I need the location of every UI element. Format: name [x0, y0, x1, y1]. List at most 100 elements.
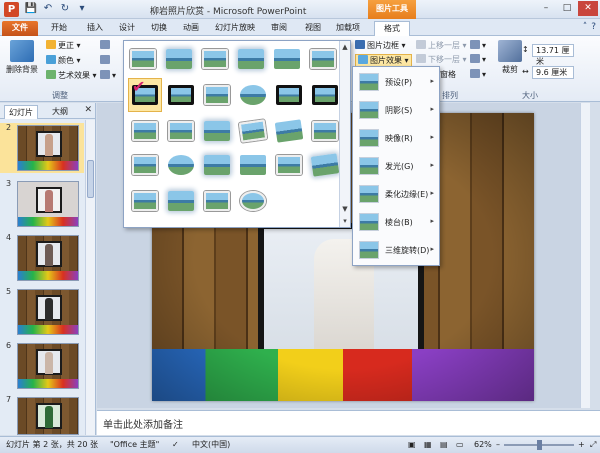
scroll-up-icon[interactable]: ▲ — [340, 41, 350, 53]
style-thumbnail[interactable] — [202, 49, 228, 69]
style-thumbnail[interactable] — [204, 191, 230, 211]
artistic-effects-button[interactable]: 艺术效果 ▾ — [46, 70, 97, 82]
remove-background-button[interactable]: 删除背景 — [4, 40, 40, 75]
editor-scrollbar[interactable] — [580, 103, 590, 408]
corrections-button[interactable]: 更正 ▾ — [46, 40, 81, 52]
slide-sorter-icon[interactable]: ▦ — [424, 437, 432, 453]
menu-item-3d-rotation[interactable]: 三维旋转(D) ▸ — [353, 237, 439, 265]
zoom-level[interactable]: 62% — [474, 437, 492, 453]
rotate-icon[interactable]: ▾ — [470, 69, 486, 81]
menu-item-bevel[interactable]: 棱台(B) ▸ — [353, 209, 439, 237]
width-input[interactable]: 9.6 厘米 — [532, 66, 574, 79]
style-thumbnail[interactable] — [276, 85, 302, 105]
send-backward-button[interactable]: 下移一层 ▾ — [416, 54, 467, 66]
tab-outline[interactable]: 大纲 — [48, 105, 72, 119]
menu-item-preset[interactable]: 预设(P) ▸ — [353, 69, 439, 97]
slide-thumbnail[interactable]: 6 — [0, 341, 84, 391]
zoom-out-button[interactable]: – — [496, 437, 500, 453]
tab-format[interactable]: 格式 — [374, 21, 410, 36]
gallery-more-icon[interactable]: ▾ — [340, 215, 350, 227]
zoom-in-button[interactable]: + — [578, 437, 585, 453]
scrollbar-thumb[interactable] — [87, 160, 94, 198]
tab-transitions[interactable]: 切换 — [144, 21, 174, 36]
undo-icon[interactable]: ↶ — [41, 2, 55, 16]
style-thumbnail[interactable] — [204, 121, 230, 141]
style-thumbnail[interactable] — [312, 121, 338, 141]
redo-icon[interactable]: ↻ — [58, 2, 72, 16]
style-thumbnail[interactable] — [238, 49, 264, 69]
corrections-label: 更正 — [58, 41, 74, 50]
normal-view-icon[interactable]: ▣ — [408, 437, 416, 453]
maximize-button[interactable]: □ — [557, 1, 577, 16]
minimize-button[interactable]: – — [536, 1, 556, 16]
style-thumbnail[interactable] — [240, 155, 266, 175]
change-picture-icon[interactable] — [100, 55, 112, 67]
style-thumbnail[interactable] — [312, 85, 338, 105]
qat-more-icon[interactable]: ▾ — [75, 2, 89, 16]
style-thumbnail[interactable] — [130, 49, 156, 69]
language[interactable]: 中文(中国) — [192, 437, 230, 453]
style-thumbnail[interactable] — [310, 153, 340, 177]
ribbon-minimize-icon[interactable]: ˄ — [583, 22, 588, 32]
spellcheck-icon[interactable]: ✓ — [172, 437, 179, 453]
tab-slideshow[interactable]: 幻灯片放映 — [210, 21, 260, 36]
fit-window-icon[interactable]: ⤢ — [590, 437, 596, 453]
slide-thumbnail[interactable]: 4 — [0, 233, 84, 283]
style-thumbnail[interactable] — [274, 119, 304, 143]
group-icon[interactable]: ▾ — [470, 54, 486, 66]
align-icon[interactable]: ▾ — [470, 40, 486, 52]
tab-home[interactable]: 开始 — [44, 21, 74, 36]
menu-item-soft-edges[interactable]: 柔化边缘(E) ▸ — [353, 181, 439, 209]
zoom-slider[interactable] — [504, 440, 574, 450]
tab-design[interactable]: 设计 — [112, 21, 142, 36]
style-thumbnail[interactable] — [132, 155, 158, 175]
slide-thumbnail[interactable]: 3 — [0, 179, 84, 229]
close-button[interactable]: ✕ — [578, 1, 598, 16]
style-thumbnail[interactable] — [204, 155, 230, 175]
slide-thumbnail[interactable]: 5 — [0, 287, 84, 337]
color-button[interactable]: 颜色 ▾ — [46, 55, 81, 67]
slides-scrollbar[interactable] — [85, 120, 95, 435]
reset-picture-icon[interactable]: ▾ — [100, 70, 116, 82]
reading-view-icon[interactable]: ▤ — [440, 437, 448, 453]
menu-item-shadow[interactable]: 阴影(S) ▸ — [353, 97, 439, 125]
selection-pane-button[interactable]: 窗格 — [440, 69, 456, 81]
slide-thumbnail[interactable]: 7 — [0, 395, 84, 435]
gallery-scrollbar[interactable]: ▲ ▼ ▾ — [339, 41, 350, 227]
height-input[interactable]: 13.71 厘米 — [532, 44, 574, 66]
close-panel-icon[interactable]: ✕ — [84, 105, 92, 115]
scroll-down-icon[interactable]: ▼ — [340, 203, 350, 215]
picture-border-button[interactable]: 图片边框 ▾ — [355, 40, 406, 52]
save-icon[interactable]: 💾 — [24, 2, 38, 16]
tab-insert[interactable]: 插入 — [80, 21, 110, 36]
tab-file[interactable]: 文件 — [2, 21, 38, 36]
menu-item-reflection[interactable]: 映像(R) ▸ — [353, 125, 439, 153]
style-thumbnail[interactable] — [168, 155, 194, 175]
style-thumbnail[interactable] — [166, 49, 192, 69]
style-thumbnail[interactable] — [238, 119, 268, 143]
tab-addins[interactable]: 加载项 — [330, 21, 366, 36]
style-thumbnail[interactable] — [168, 191, 194, 211]
zoom-slider-thumb[interactable] — [537, 440, 542, 450]
style-thumbnail[interactable] — [274, 49, 300, 69]
style-thumbnail[interactable] — [168, 121, 194, 141]
tab-view[interactable]: 视图 — [298, 21, 328, 36]
compress-icon[interactable] — [100, 40, 112, 52]
tab-animations[interactable]: 动画 — [176, 21, 206, 36]
tab-slides[interactable]: 幻灯片 — [4, 105, 38, 119]
style-thumbnail[interactable] — [168, 85, 194, 105]
style-thumbnail[interactable] — [132, 121, 158, 141]
slide-thumbnail[interactable]: 2 — [0, 123, 84, 173]
bring-forward-button[interactable]: 上移一层 ▾ — [416, 40, 467, 52]
menu-item-glow[interactable]: 发光(G) ▸ — [353, 153, 439, 181]
style-thumbnail[interactable] — [240, 191, 266, 211]
style-thumbnail[interactable] — [276, 155, 302, 175]
notes-pane[interactable]: 单击此处添加备注 — [97, 410, 600, 435]
style-thumbnail[interactable] — [204, 85, 230, 105]
style-thumbnail[interactable] — [240, 85, 266, 105]
style-thumbnail[interactable] — [132, 191, 158, 211]
style-thumbnail[interactable] — [310, 49, 336, 69]
help-icon[interactable]: ? — [591, 22, 596, 32]
tab-review[interactable]: 审阅 — [264, 21, 294, 36]
slideshow-icon[interactable]: ▭ — [456, 437, 464, 453]
